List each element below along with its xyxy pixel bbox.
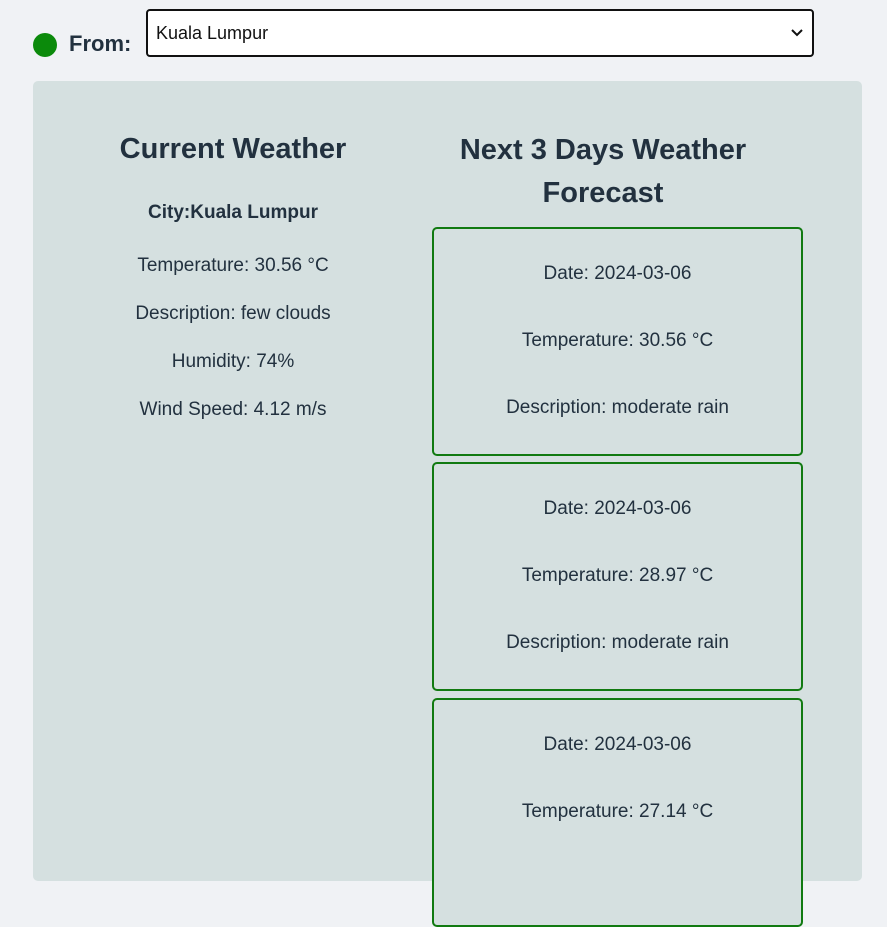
current-weather-title: Current Weather — [119, 133, 347, 165]
top-bar: From: Kuala Lumpur — [0, 0, 887, 70]
chevron-down-icon — [790, 26, 804, 40]
forecast-temperature: Temperature: 30.56 °C — [521, 330, 714, 351]
forecast-description: Description: moderate rain — [506, 397, 729, 418]
forecast-card: Date: 2024-03-06 Temperature: 28.97 °C D… — [432, 462, 803, 691]
forecast-description: Description: moderate rain — [506, 632, 729, 653]
status-dot-icon — [33, 33, 57, 57]
city-select[interactable]: Kuala Lumpur — [146, 9, 814, 57]
current-humidity: Humidity: 74% — [171, 351, 295, 372]
current-city: City:Kuala Lumpur — [148, 202, 318, 223]
forecast-temperature: Temperature: 27.14 °C — [521, 801, 714, 822]
city-select-value: Kuala Lumpur — [156, 22, 269, 43]
forecast-date: Date: 2024-03-06 — [543, 263, 692, 284]
forecast-date: Date: 2024-03-06 — [543, 498, 692, 519]
current-wind-speed: Wind Speed: 4.12 m/s — [139, 399, 327, 420]
forecast-card: Date: 2024-03-06 Temperature: 27.14 °C — [432, 698, 803, 927]
current-temperature: Temperature: 30.56 °C — [137, 255, 329, 276]
forecast-card: Date: 2024-03-06 Temperature: 30.56 °C D… — [432, 227, 803, 456]
weather-panel: Current Weather City:Kuala Lumpur Temper… — [33, 81, 862, 927]
current-description: Description: few clouds — [135, 303, 331, 324]
forecast-title: Next 3 Days Weather Forecast — [459, 134, 747, 209]
forecast-temperature: Temperature: 28.97 °C — [521, 565, 714, 586]
forecast-date: Date: 2024-03-06 — [543, 734, 692, 755]
from-label: From: — [69, 31, 132, 56]
